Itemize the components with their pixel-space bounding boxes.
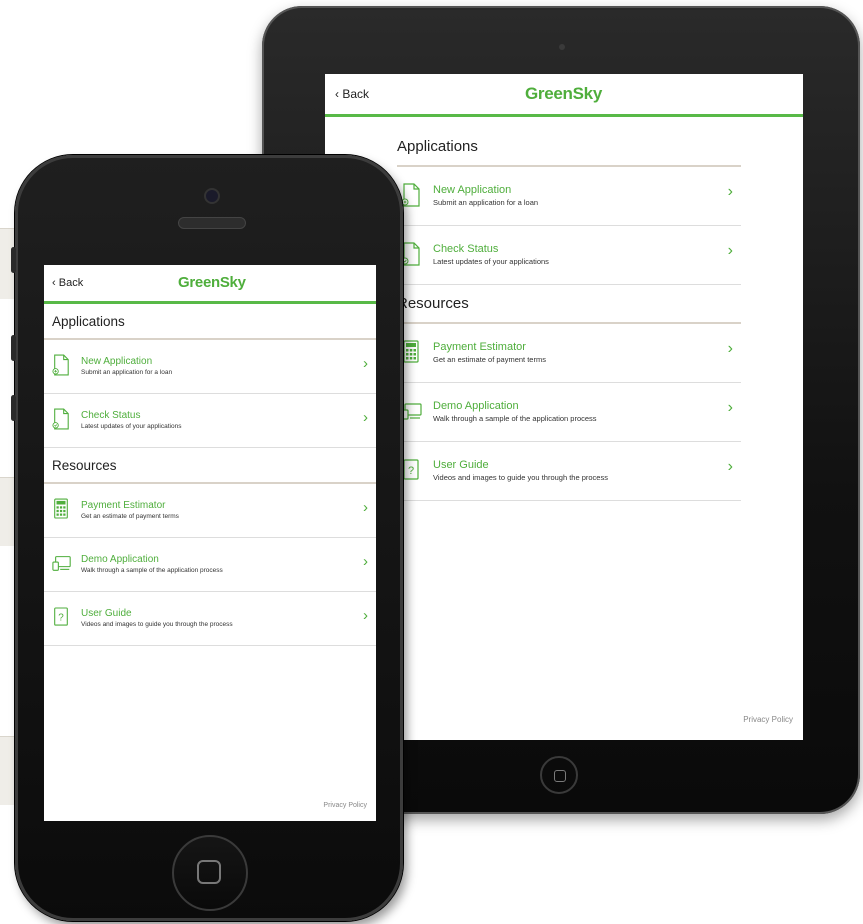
row-subtitle: Get an estimate of payment terms [433, 355, 546, 364]
ipad-menu-list: Applications New Application Submit an a… [397, 132, 741, 501]
row-title: New Application [81, 356, 153, 367]
iphone-camera [204, 188, 220, 204]
devices-icon [401, 399, 422, 423]
iphone-back-button[interactable]: ‹ Back [52, 277, 83, 289]
devices-icon [52, 552, 71, 574]
calculator-icon [401, 340, 421, 364]
chevron-left-icon: ‹ [335, 87, 339, 101]
new-application-icon [52, 354, 70, 376]
ipad-row-demo-application[interactable]: Demo Application Walk through a sample o… [397, 383, 741, 442]
iphone-row-payment-estimator[interactable]: Payment Estimator Get an estimate of pay… [44, 484, 376, 538]
iphone-home-button[interactable] [172, 835, 248, 911]
chevron-right-icon: › [727, 399, 733, 416]
ipad-row-check-status[interactable]: Check Status Latest updates of your appl… [397, 226, 741, 285]
iphone-section-applications: Applications [44, 304, 376, 340]
check-status-icon [401, 242, 421, 266]
ipad-home-button[interactable] [540, 756, 578, 794]
ipad-row-user-guide[interactable]: ? User Guide Videos and images to guide … [397, 442, 741, 501]
svg-text:?: ? [408, 465, 414, 477]
calculator-icon [52, 498, 70, 520]
svg-text:?: ? [58, 613, 64, 624]
iphone-top-bar: ‹ Back GreenSky [44, 265, 376, 304]
iphone-privacy-policy-link[interactable]: Privacy Policy [323, 802, 367, 809]
chevron-right-icon: › [363, 553, 368, 570]
iphone-screen: ‹ Back GreenSky Applications New Applica… [44, 265, 376, 821]
chevron-right-icon: › [727, 242, 733, 259]
row-title: Demo Application [81, 554, 159, 565]
iphone-device: ‹ Back GreenSky Applications New Applica… [11, 155, 403, 921]
row-subtitle: Latest updates of your applications [433, 257, 549, 266]
row-subtitle: Walk through a sample of the application… [433, 414, 597, 423]
chevron-right-icon: › [727, 183, 733, 200]
chevron-right-icon: › [363, 499, 368, 516]
row-subtitle: Videos and images to guide you through t… [433, 473, 608, 482]
row-title: Payment Estimator [81, 500, 166, 511]
iphone-speaker [178, 217, 246, 229]
row-subtitle: Latest updates of your applications [81, 423, 182, 430]
iphone-section-resources: Resources [44, 448, 376, 484]
question-icon: ? [401, 458, 421, 482]
ipad-back-label: Back [342, 87, 370, 101]
row-title: Check Status [81, 410, 141, 421]
iphone-row-new-application[interactable]: New Application Submit an application fo… [44, 340, 376, 394]
iphone-volume-down [11, 395, 16, 421]
greensky-logo: GreenSky [178, 274, 246, 291]
iphone-row-user-guide[interactable]: ? User Guide Videos and images to guide … [44, 592, 376, 646]
chevron-right-icon: › [363, 355, 368, 372]
ipad-section-applications: Applications [397, 132, 741, 167]
ipad-back-button[interactable]: ‹ Back [335, 87, 369, 101]
row-subtitle: Submit an application for a loan [433, 198, 539, 207]
row-subtitle: Walk through a sample of the application… [81, 567, 223, 574]
iphone-mute-switch [11, 247, 16, 273]
chevron-right-icon: › [727, 340, 733, 357]
iphone-row-check-status[interactable]: Check Status Latest updates of your appl… [44, 394, 376, 448]
row-subtitle: Videos and images to guide you through t… [81, 621, 233, 628]
iphone-row-demo-application[interactable]: Demo Application Walk through a sample o… [44, 538, 376, 592]
chevron-right-icon: › [727, 458, 733, 475]
row-subtitle: Submit an application for a loan [81, 369, 173, 376]
question-icon: ? [52, 606, 70, 628]
row-subtitle: Get an estimate of payment terms [81, 513, 179, 520]
check-status-icon [52, 408, 70, 430]
row-title: Check Status [433, 243, 499, 255]
chevron-left-icon: ‹ [52, 277, 56, 289]
ipad-privacy-policy-link[interactable]: Privacy Policy [743, 715, 793, 724]
greensky-logo: GreenSky [525, 84, 602, 103]
ipad-row-new-application[interactable]: New Application Submit an application fo… [397, 167, 741, 226]
iphone-menu-list: Applications New Application Submit an a… [44, 304, 376, 646]
row-title: Demo Application [433, 400, 519, 412]
row-title: User Guide [433, 459, 489, 471]
ipad-row-payment-estimator[interactable]: Payment Estimator Get an estimate of pay… [397, 324, 741, 383]
chevron-right-icon: › [363, 607, 368, 624]
row-title: New Application [433, 184, 512, 196]
ipad-section-resources: Resources [397, 285, 741, 324]
row-title: Payment Estimator [433, 341, 526, 353]
ipad-camera [559, 44, 565, 50]
new-application-icon [401, 183, 421, 207]
row-title: User Guide [81, 608, 132, 619]
chevron-right-icon: › [363, 409, 368, 426]
iphone-volume-up [11, 335, 16, 361]
iphone-back-label: Back [58, 277, 84, 289]
ipad-top-bar: ‹ Back GreenSky [325, 74, 803, 117]
